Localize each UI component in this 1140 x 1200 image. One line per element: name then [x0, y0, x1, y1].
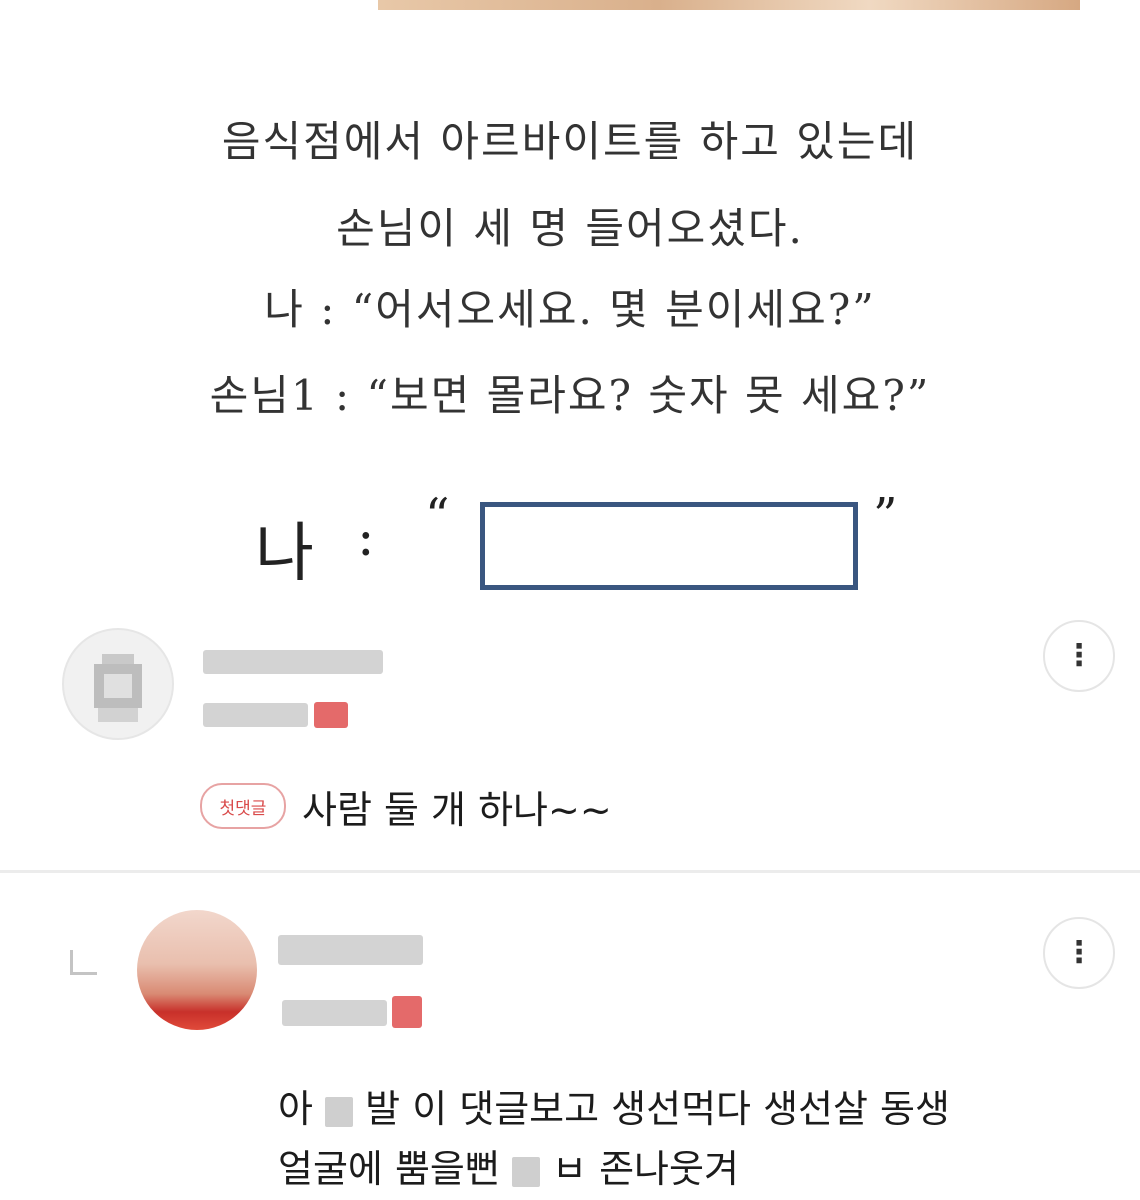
- comment-text-segment: 발 이 댓글보고 생선먹다 생선살 동생: [365, 1087, 950, 1131]
- comment-text: 사람 둘 개 하나~~: [302, 788, 612, 832]
- username-blurred[interactable]: [203, 650, 383, 674]
- story-line-2: 손님이 세 명 들어오셨다.: [336, 204, 804, 253]
- more-vertical-icon: ⋮: [1064, 935, 1094, 970]
- post-image-bottom-edge: [378, 0, 1080, 10]
- comment-divider: [0, 870, 1140, 873]
- story-line-3: 나 : “어서오세요. 몇 분이세요?”: [264, 285, 876, 334]
- comment-text-segment: 아: [278, 1087, 313, 1131]
- answer-colon: :: [357, 508, 375, 568]
- more-options-button[interactable]: ⋮: [1043, 620, 1115, 692]
- story-line-1: 음식점에서 아르바이트를 하고 있는데: [221, 117, 919, 166]
- more-options-button[interactable]: ⋮: [1043, 917, 1115, 989]
- censored-character: [511, 1156, 540, 1187]
- timestamp-blurred: [203, 703, 308, 727]
- comment-text-segment: 얼굴에 뿜을뻔: [278, 1147, 500, 1191]
- answer-row: 나 : “ ”: [0, 488, 1140, 600]
- censored-character: [325, 1096, 354, 1127]
- avatar[interactable]: [137, 910, 257, 1030]
- story-line-4: 손님1 : “보면 몰라요? 숫자 못 세요?”: [209, 371, 931, 420]
- comment-text-line-1: 아 발 이 댓글보고 생선먹다 생선살 동생: [278, 1078, 950, 1133]
- timestamp-blurred: [282, 1000, 387, 1026]
- answer-speaker: 나: [255, 517, 314, 591]
- quote-open: “: [425, 488, 450, 544]
- reply-arrow-icon: [70, 950, 97, 975]
- more-vertical-icon: ⋮: [1064, 638, 1094, 673]
- blank-answer-box: [480, 502, 858, 590]
- first-comment-badge: 첫댓글: [200, 783, 286, 829]
- level-badge-blurred: [392, 996, 422, 1028]
- comment-text-line-2: 얼굴에 뿜을뻔 ㅂ 존나웃겨: [278, 1138, 739, 1193]
- comment-text-segment: ㅂ 존나웃겨: [552, 1147, 739, 1191]
- level-badge-blurred: [314, 702, 348, 728]
- avatar[interactable]: [62, 628, 174, 740]
- quote-close: ”: [873, 488, 898, 544]
- username-blurred[interactable]: [278, 935, 423, 965]
